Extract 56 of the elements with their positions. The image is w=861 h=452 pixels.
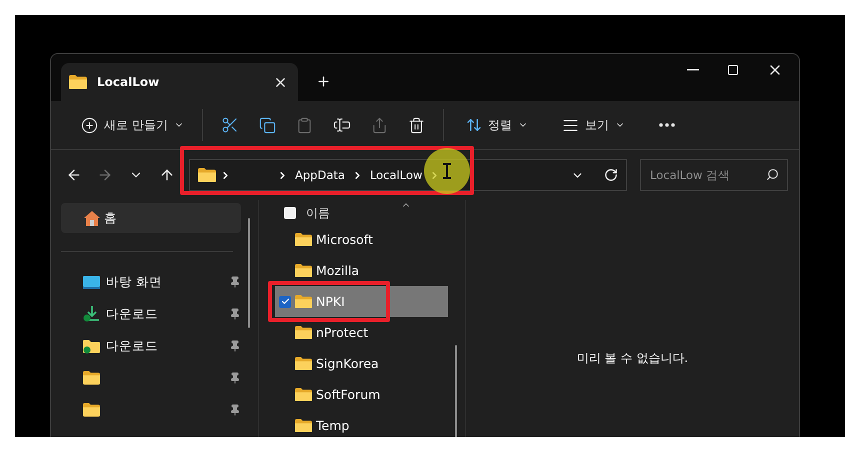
column-header[interactable]: 이름 (306, 204, 330, 222)
search-icon[interactable] (766, 168, 779, 181)
file-row[interactable]: SoftForum (275, 379, 448, 410)
address-bar[interactable]: AppData LocalLow (189, 159, 627, 191)
minimize-icon (687, 68, 699, 70)
trash-icon (408, 116, 425, 134)
file-row[interactable]: Mozilla (275, 255, 448, 286)
file-row[interactable]: Temp (275, 410, 448, 437)
folder-icon (295, 356, 312, 370)
scissors-icon (220, 116, 239, 134)
tab[interactable]: LocalLow (61, 63, 298, 101)
file-row[interactable]: SignKorea (275, 348, 448, 379)
refresh-icon[interactable] (604, 168, 618, 182)
checkbox[interactable] (279, 296, 291, 308)
folder-icon (295, 326, 312, 340)
plus-circle-icon (81, 116, 98, 134)
plus-icon (316, 74, 331, 89)
file-row[interactable]: NPKI (275, 286, 448, 317)
quick-access-item[interactable]: 다운로드 (61, 298, 241, 330)
maximize-icon (727, 64, 739, 76)
search-field[interactable]: LocalLow 검색 (640, 159, 788, 191)
forward-arrow-icon (97, 167, 113, 183)
view-button[interactable]: 보기 (552, 109, 635, 141)
folder-icon (83, 403, 100, 417)
quick-access-item[interactable]: 바탕 화면 (61, 266, 241, 298)
clipboard-icon (296, 116, 313, 134)
folder-icon (295, 264, 312, 278)
tab-title: LocalLow (97, 75, 160, 89)
folder-icon (69, 74, 87, 90)
more-icon (658, 123, 675, 127)
folder-icon (198, 168, 216, 182)
home-icon (84, 210, 100, 226)
home-item[interactable]: 홈 (61, 203, 241, 233)
new-button[interactable]: 새로 만들기 (71, 109, 194, 141)
folder-icon (295, 232, 312, 246)
folder-icon (295, 418, 312, 432)
sort-button[interactable]: 정렬 (456, 109, 538, 141)
sort-icon (466, 117, 482, 133)
share-icon (370, 116, 388, 134)
copy-icon (258, 116, 276, 134)
preview-message: 미리 볼 수 없습니다. (576, 350, 688, 366)
desktop-icon (83, 276, 100, 288)
breadcrumb[interactable]: LocalLow (370, 168, 422, 182)
file-row[interactable]: Microsoft (275, 224, 448, 255)
select-all-checkbox[interactable] (284, 207, 296, 219)
breadcrumb[interactable]: AppData (295, 168, 345, 182)
folder-icon (295, 294, 312, 308)
folder-icon (295, 388, 312, 402)
folder-icon (83, 371, 100, 385)
new-tab-button[interactable] (316, 74, 331, 89)
synced-folder-icon (83, 338, 100, 354)
quick-access-item[interactable]: 다운로드 (61, 330, 241, 362)
rename-icon (332, 116, 351, 134)
file-row[interactable]: nProtect (275, 317, 448, 348)
download-icon (83, 306, 100, 322)
back-arrow-icon (66, 167, 82, 183)
